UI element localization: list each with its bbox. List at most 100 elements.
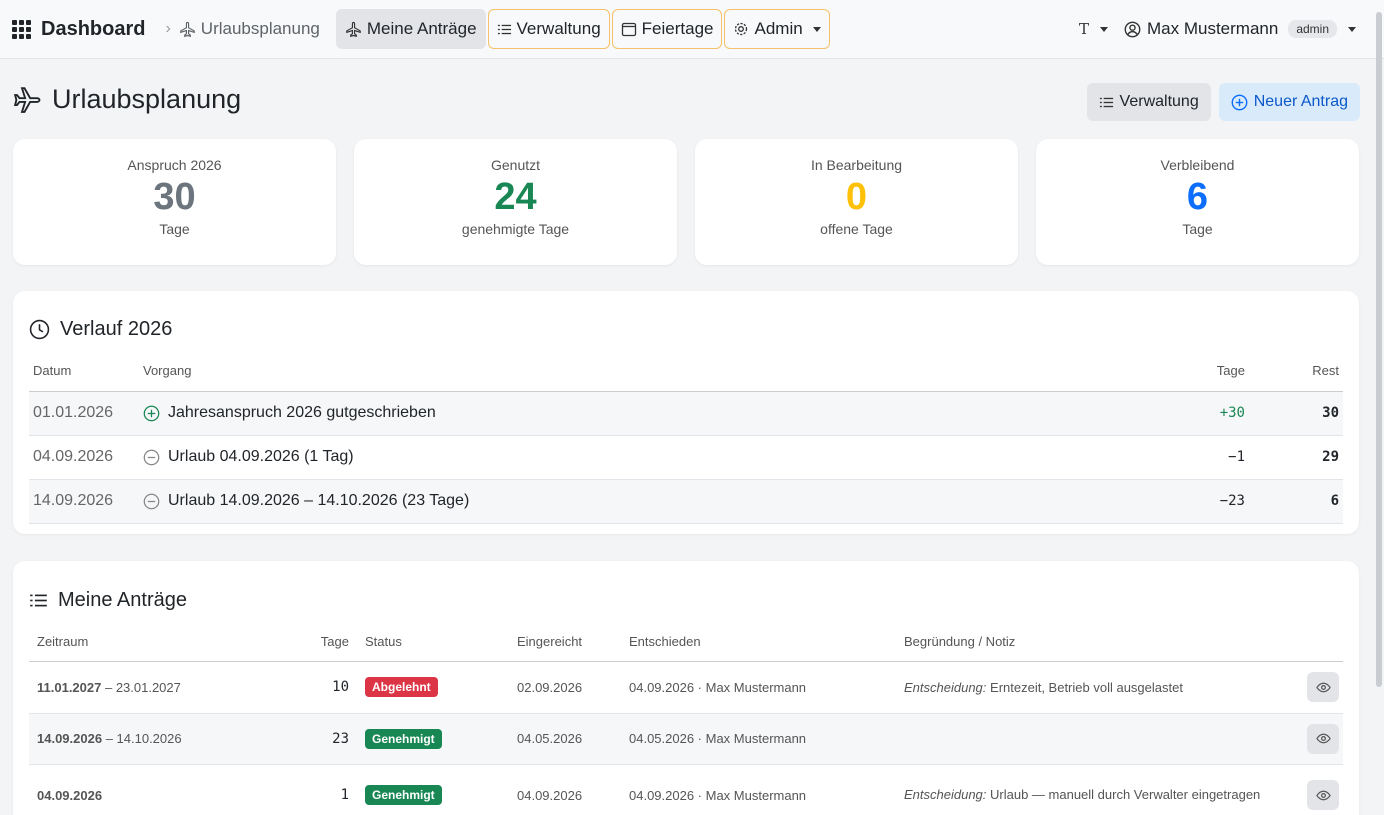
cell-period: 04.09.2026 <box>29 764 301 815</box>
stat-label: Anspruch 2026 <box>127 157 222 173</box>
eye-icon <box>1315 733 1331 744</box>
stat-label: Genutzt <box>490 157 541 173</box>
cell-days: 23 <box>301 713 353 765</box>
col-header-vorgang: Vorgang <box>139 351 1169 392</box>
note-text: Erntezeit, Betrieb voll ausgelastet <box>986 679 1183 695</box>
nav-admin-dropdown[interactable]: Admin <box>724 9 830 49</box>
verwaltung-button[interactable]: Verwaltung <box>1086 83 1211 121</box>
breadcrumb-urlaubsplanung[interactable]: Urlaubsplanung <box>179 19 320 39</box>
header-actions: Verwaltung Neuer Antrag <box>1086 83 1360 121</box>
plus-circle-icon <box>143 405 160 421</box>
cell-days: +30 <box>1169 391 1249 436</box>
col-header-tage: Tage <box>301 623 353 662</box>
gear-icon <box>735 22 748 36</box>
col-header-eingereicht: Eingereicht <box>513 623 625 662</box>
nav-feiertage[interactable]: Feiertage <box>611 9 723 49</box>
antraege-table: Zeitraum Tage Status Eingereicht Entschi… <box>29 623 1343 815</box>
clock-icon <box>29 319 50 340</box>
cell-rest: 30 <box>1249 391 1343 436</box>
user-role-badge: admin <box>1288 20 1337 38</box>
nav-verwaltung[interactable]: Verwaltung <box>487 9 610 49</box>
user-circle-icon <box>1124 21 1141 37</box>
note-text: Urlaub — manuell durch Verwalter eingetr… <box>986 786 1261 802</box>
cell-period: 11.01.2027 – 23.01.2027 <box>29 661 301 714</box>
stat-label: Verbleibend <box>1160 157 1235 173</box>
verwaltung-button-label: Verwaltung <box>1119 93 1199 110</box>
period-end: – 14.10.2026 <box>102 731 182 746</box>
airplane-icon <box>180 21 195 37</box>
view-button[interactable] <box>1307 723 1339 754</box>
chevron-down-icon <box>812 26 821 32</box>
stat-sub: Tage <box>1182 220 1213 237</box>
plus-circle-icon <box>1231 94 1248 110</box>
period-start: 11.01.2027 <box>37 679 102 695</box>
cell-actions <box>1293 713 1343 765</box>
verlauf-card: Verlauf 2026 Datum Vorgang Tage Rest 01.… <box>13 291 1359 534</box>
status-badge: Genehmigt <box>365 728 442 749</box>
apps-grid-icon <box>12 19 31 39</box>
op-text: Urlaub 04.09.2026 (1 Tag) <box>168 448 354 465</box>
top-navbar: Dashboard › Urlaubsplanung Meine Anträge… <box>0 0 1384 59</box>
font-size-dropdown[interactable]: T <box>1079 20 1108 38</box>
cell-decided: 04.09.2026 · Max Mustermann <box>625 764 900 815</box>
minus-circle-icon <box>143 493 160 509</box>
stat-value: 6 <box>1186 176 1209 218</box>
table-row: 01.01.2026 Jahresanspruch 2026 gutgeschr… <box>29 391 1343 436</box>
cell-note: Entscheidung: Erntezeit, Betrieb voll au… <box>900 661 1293 714</box>
cell-days: −23 <box>1169 479 1249 524</box>
note-label: Entscheidung: <box>904 679 987 695</box>
brand-link[interactable]: Dashboard <box>12 18 145 41</box>
cell-days: −1 <box>1169 435 1249 480</box>
table-row: 14.09.2026 – 14.10.2026 23 Genehmigt 04.… <box>29 713 1343 765</box>
verlauf-title-text: Verlauf 2026 <box>60 318 173 340</box>
antraege-title-text: Meine Anträge <box>58 589 187 611</box>
new-request-button[interactable]: Neuer Antrag <box>1218 83 1360 121</box>
cell-status: Genehmigt <box>353 764 513 815</box>
user-area: T Max Mustermann admin <box>1079 19 1372 39</box>
airplane-icon <box>346 21 361 37</box>
cell-submitted: 04.09.2026 <box>513 764 625 815</box>
cell-actions <box>1293 661 1343 714</box>
col-header-rest: Rest <box>1249 351 1343 392</box>
stat-card-genutzt: Genutzt 24 genehmigte Tage <box>354 139 677 265</box>
cell-period: 14.09.2026 – 14.10.2026 <box>29 713 301 765</box>
stat-card-verbleibend: Verbleibend 6 Tage <box>1036 139 1359 265</box>
calendar-icon <box>621 22 636 37</box>
antraege-card: Meine Anträge Zeitraum Tage Status Einge… <box>13 561 1359 815</box>
nav-label: Meine Anträge <box>366 19 477 38</box>
airplane-icon <box>13 86 41 113</box>
cell-submitted: 04.05.2026 <box>513 713 625 765</box>
new-request-button-label: Neuer Antrag <box>1253 93 1348 110</box>
cell-rest: 6 <box>1249 479 1343 524</box>
list-icon <box>30 594 47 607</box>
nav-meine-antraege[interactable]: Meine Anträge <box>335 9 486 49</box>
stat-sub: Tage <box>159 220 190 237</box>
stat-card-in-bearbeitung: In Bearbeitung 0 offene Tage <box>695 139 1018 265</box>
stat-value: 24 <box>494 176 537 218</box>
cell-date: 01.01.2026 <box>29 391 139 436</box>
status-badge: Genehmigt <box>365 785 442 805</box>
cell-submitted: 02.09.2026 <box>513 661 625 714</box>
cell-days: 10 <box>301 661 353 714</box>
view-button[interactable] <box>1307 672 1339 702</box>
op-text: Jahresanspruch 2026 gutgeschrieben <box>168 404 436 421</box>
status-badge: Abgelehnt <box>365 677 438 697</box>
cell-decided: 04.09.2026 · Max Mustermann <box>625 661 900 714</box>
user-name: Max Mustermann <box>1146 19 1279 38</box>
stat-sub: offene Tage <box>820 220 893 237</box>
list-icon <box>1099 97 1113 107</box>
table-row: 04.09.2026 Urlaub 04.09.2026 (1 Tag) −1 … <box>29 435 1343 480</box>
nav-label: Feiertage <box>641 19 714 38</box>
main-nav: Meine Anträge Verwaltung Feiertage Admin <box>335 9 830 49</box>
brand-label: Dashboard <box>41 17 146 40</box>
page-title: Urlaubsplanung <box>12 84 241 115</box>
user-menu-dropdown[interactable]: Max Mustermann admin <box>1124 19 1356 39</box>
stat-card-anspruch: Anspruch 2026 30 Tage <box>13 139 336 265</box>
page-scrollbar[interactable] <box>1376 12 1382 687</box>
stat-value: 30 <box>153 176 196 218</box>
table-row: 11.01.2027 – 23.01.2027 10 Abgelehnt 02.… <box>29 661 1343 714</box>
view-button[interactable] <box>1307 780 1339 810</box>
font-size-icon: T <box>1078 20 1089 38</box>
eye-icon <box>1315 790 1331 800</box>
period-start: 04.09.2026 <box>37 787 103 803</box>
